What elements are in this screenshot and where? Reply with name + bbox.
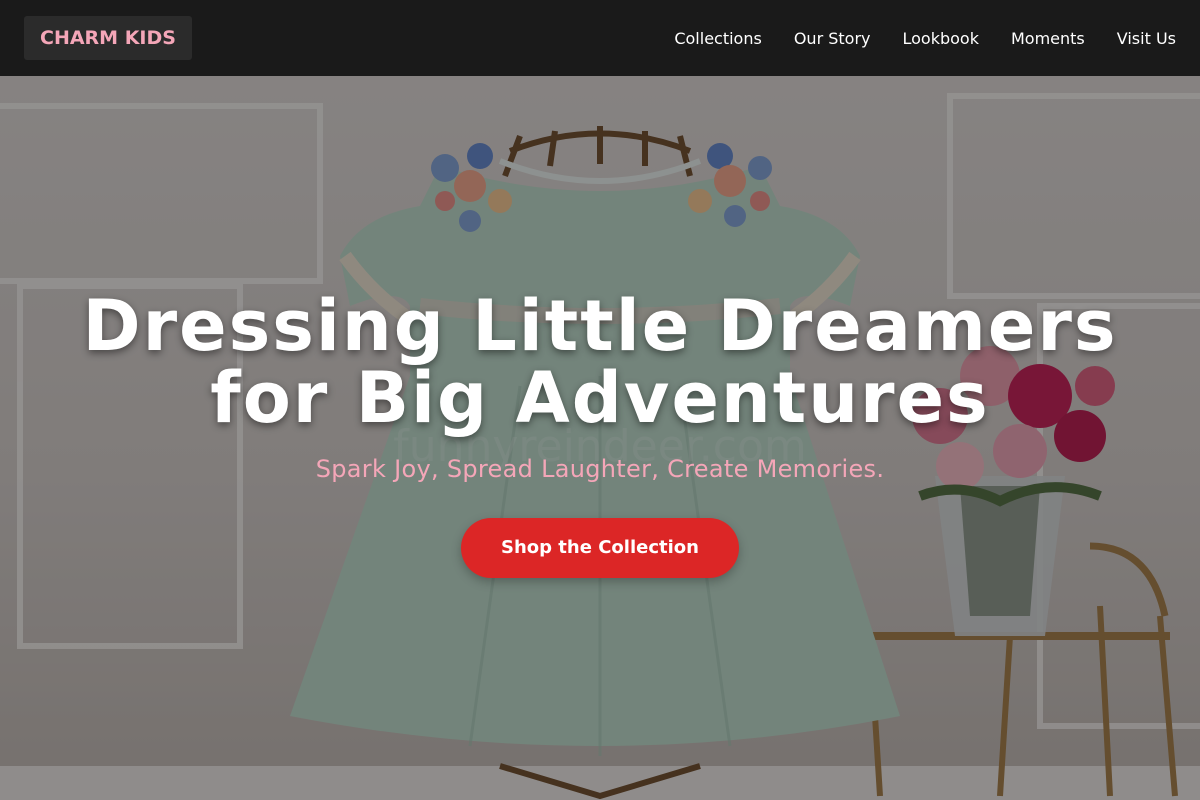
hero-headline-line-1: Dressing Little Dreamers: [82, 285, 1118, 367]
shop-collection-button[interactable]: Shop the Collection: [461, 518, 739, 578]
hero-section: funnyreindeer.com Dressing Little Dreame…: [0, 76, 1200, 800]
main-nav: Collections Our Story Lookbook Moments V…: [674, 29, 1176, 48]
hero-headline: Dressing Little Dreamers for Big Adventu…: [0, 290, 1200, 434]
nav-item-visit-us[interactable]: Visit Us: [1117, 29, 1176, 48]
hero-content: Dressing Little Dreamers for Big Adventu…: [0, 290, 1200, 578]
hero-subheadline: Spark Joy, Spread Laughter, Create Memor…: [315, 455, 885, 483]
nav-item-collections[interactable]: Collections: [674, 29, 761, 48]
site-header: CHARM KIDS Collections Our Story Lookboo…: [0, 0, 1200, 76]
nav-item-our-story[interactable]: Our Story: [794, 29, 871, 48]
nav-item-moments[interactable]: Moments: [1011, 29, 1085, 48]
nav-item-lookbook[interactable]: Lookbook: [903, 29, 979, 48]
brand-logo[interactable]: CHARM KIDS: [24, 16, 192, 60]
hero-headline-line-2: for Big Adventures: [210, 357, 990, 439]
